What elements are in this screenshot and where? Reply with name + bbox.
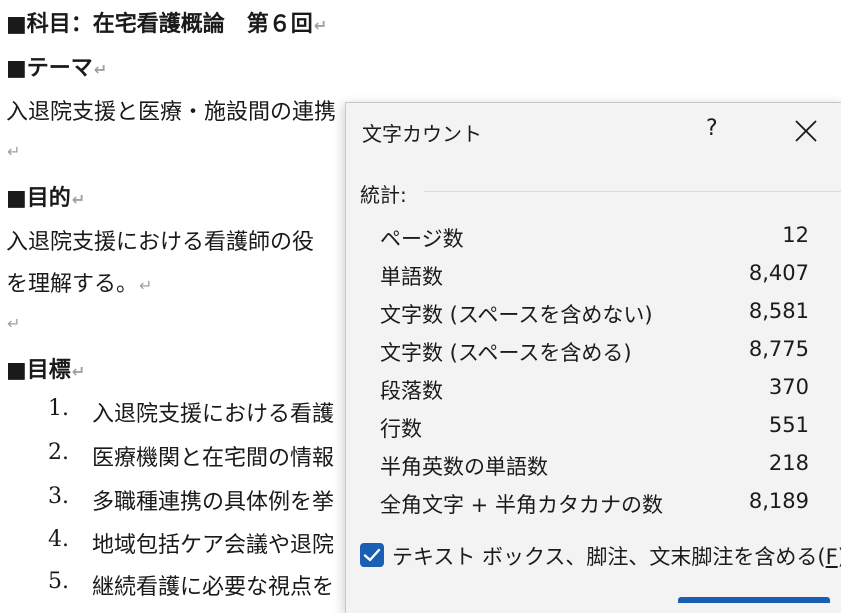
stat-label-half-width-words: 半角英数の単語数 bbox=[380, 455, 548, 479]
stat-value-full-width-chars: 8,189 bbox=[748, 489, 809, 513]
stat-value-chars-with-spaces: 8,775 bbox=[748, 337, 809, 361]
list-item: 多職種連携の具体例を挙 bbox=[92, 490, 335, 515]
list-item-number: 1. bbox=[48, 396, 69, 421]
statistics-label: 統計: bbox=[360, 183, 407, 207]
empty-paragraph: ↵ bbox=[7, 314, 21, 333]
close-button[interactable] bbox=[792, 117, 820, 145]
stat-label-chars-no-spaces: 文字数 (スペースを含めない) bbox=[380, 303, 653, 327]
dialog-titlebar[interactable]: 文字カウント ? bbox=[346, 103, 841, 159]
theme-text: 入退院支援と医療・施設間の連携 bbox=[6, 100, 337, 125]
list-item-number: 3. bbox=[48, 484, 69, 509]
stat-value-lines: 551 bbox=[768, 413, 809, 437]
list-item: 医療機関と在宅間の情報 bbox=[92, 446, 335, 471]
stat-value-paragraphs: 370 bbox=[768, 375, 809, 399]
list-item-number: 2. bbox=[48, 440, 69, 465]
checkmark-icon bbox=[363, 548, 381, 562]
stat-value-words: 8,407 bbox=[748, 261, 809, 285]
stat-label-chars-with-spaces: 文字数 (スペースを含める) bbox=[380, 341, 632, 365]
close-dialog-button[interactable] bbox=[678, 597, 830, 603]
stat-label-full-width-chars: 全角文字 + 半角カタカナの数 bbox=[380, 493, 663, 517]
purpose-heading: ■目的↵ bbox=[6, 185, 86, 211]
stat-label-lines: 行数 bbox=[380, 417, 422, 441]
list-item: 地域包括ケア会議や退院 bbox=[92, 533, 335, 558]
include-textboxes-checkbox[interactable] bbox=[360, 543, 384, 567]
list-item-number: 5. bbox=[48, 569, 69, 594]
empty-paragraph: ↵ bbox=[7, 142, 21, 161]
stat-value-chars-no-spaces: 8,581 bbox=[748, 299, 809, 323]
word-count-dialog: 文字カウント ? 統計: ページ数 12 単語数 8,407 文字数 (スペース… bbox=[345, 102, 841, 613]
help-button[interactable]: ? bbox=[706, 116, 718, 141]
goals-heading: ■目標↵ bbox=[6, 357, 86, 383]
stat-label-words: 単語数 bbox=[380, 265, 443, 289]
stat-value-half-width-words: 218 bbox=[768, 451, 809, 475]
stat-value-pages: 12 bbox=[782, 223, 809, 247]
list-item-number: 4. bbox=[48, 527, 69, 552]
purpose-text-line2: を理解する。↵ bbox=[6, 272, 153, 297]
theme-heading: ■テーマ↵ bbox=[6, 55, 108, 81]
purpose-text-line1: 入退院支援における看護師の役 bbox=[6, 230, 315, 255]
include-textboxes-label[interactable]: テキスト ボックス、脚注、文末脚注を含める(F) bbox=[392, 541, 841, 571]
subject-heading: ■科目：在宅看護概論 第６回↵ bbox=[6, 11, 328, 37]
dialog-title: 文字カウント bbox=[362, 122, 482, 146]
stat-label-paragraphs: 段落数 bbox=[380, 379, 443, 403]
close-icon bbox=[795, 120, 817, 142]
list-item: 継続看護に必要な視点を bbox=[92, 575, 335, 600]
stat-label-pages: ページ数 bbox=[380, 227, 464, 251]
list-item: 入退院支援における看護 bbox=[92, 402, 335, 427]
section-divider bbox=[424, 191, 841, 192]
